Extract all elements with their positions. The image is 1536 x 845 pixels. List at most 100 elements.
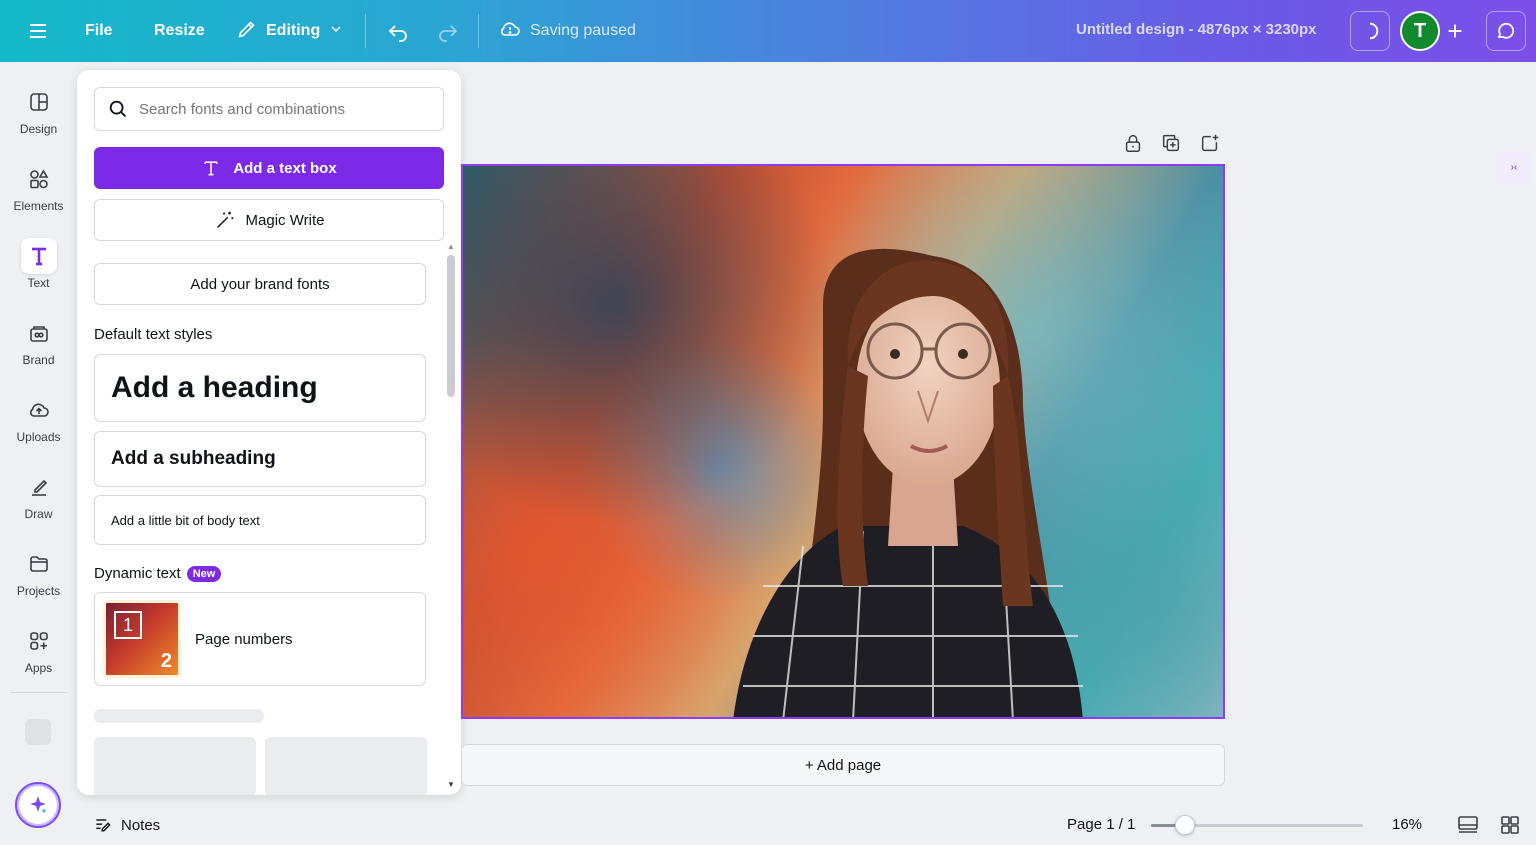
text-icon — [20, 238, 57, 274]
rail-item-text[interactable]: Text — [0, 238, 77, 308]
rail-label: Text — [27, 276, 50, 290]
toolbar-divider — [365, 14, 366, 48]
notes-button[interactable]: Notes — [93, 815, 160, 835]
editing-mode-button[interactable]: Editing — [236, 14, 344, 48]
elements-icon — [21, 161, 57, 197]
magic-wand-icon — [216, 211, 233, 228]
rail-label: Design — [19, 122, 58, 136]
avatar[interactable]: T — [1400, 11, 1440, 51]
projects-icon — [21, 546, 57, 582]
menu-icon[interactable] — [26, 14, 50, 48]
add-body-text-button[interactable]: Add a little bit of body text — [94, 495, 426, 545]
page-number-box: 1 — [114, 611, 142, 639]
loading-indicator-button[interactable] — [1350, 11, 1390, 51]
rail-item-apps[interactable]: Apps — [0, 623, 77, 693]
lock-icon[interactable] — [1122, 132, 1144, 159]
side-navigation: Design Elements Text Brand Uploads Draw — [0, 62, 77, 845]
font-search-field[interactable] — [94, 87, 444, 131]
grid-view-icon[interactable] — [1498, 813, 1522, 837]
editing-label: Editing — [266, 22, 321, 39]
body-text-label: Add a little bit of body text — [111, 512, 260, 528]
page-view-icon[interactable] — [1456, 813, 1480, 837]
add-heading-button[interactable]: Add a heading — [94, 354, 426, 422]
expand-panel-icon[interactable]: ›‹ — [1496, 150, 1532, 184]
rail-label: Elements — [13, 199, 64, 213]
comment-icon — [1497, 22, 1515, 39]
brand-icon — [21, 315, 57, 351]
rail-item-elements[interactable]: Elements — [0, 161, 77, 231]
subheading-label: Add a subheading — [111, 448, 276, 469]
add-collaborator-icon[interactable] — [1444, 19, 1466, 43]
chevron-down-icon — [328, 21, 344, 42]
redo-icon[interactable] — [436, 14, 460, 48]
zoom-slider-thumb[interactable] — [1175, 815, 1195, 835]
rail-label: Brand — [22, 353, 55, 367]
portrait-photo — [733, 248, 1083, 717]
add-text-box-button[interactable]: Add a text box — [94, 147, 444, 189]
search-input[interactable] — [139, 100, 419, 118]
resize-label: Resize — [154, 22, 205, 39]
heading-label: Add a heading — [111, 371, 318, 404]
text-t-icon — [204, 161, 218, 176]
add-page-icon[interactable] — [1199, 132, 1221, 159]
pencil-icon — [236, 18, 258, 45]
rail-item-brand[interactable]: Brand — [0, 315, 77, 385]
default-styles-title: Default text styles — [94, 326, 213, 343]
apps-icon — [21, 623, 57, 659]
design-icon — [21, 84, 57, 120]
page-numbers-card[interactable]: 1 2 Page numbers — [94, 592, 426, 686]
brand-fonts-label: Add your brand fonts — [190, 275, 330, 293]
spinner-icon — [1369, 22, 1379, 40]
loading-skeleton — [94, 737, 256, 795]
scroll-down-arrow-icon[interactable]: ▼ — [447, 780, 455, 789]
rail-item-uploads[interactable]: Uploads — [0, 392, 77, 462]
add-subheading-button[interactable]: Add a subheading — [94, 431, 426, 487]
bottom-bar: Notes Page 1 / 1 16% — [77, 805, 1536, 845]
saving-status-label: Saving paused — [530, 22, 636, 39]
dynamic-text-title: Dynamic text New — [94, 565, 222, 583]
uploads-icon — [21, 392, 57, 428]
scroll-up-arrow-icon[interactable]: ▲ — [447, 242, 455, 251]
resize-button[interactable]: Resize — [154, 14, 205, 48]
new-badge: New — [186, 566, 222, 583]
magic-write-label: Magic Write — [245, 211, 325, 229]
design-canvas[interactable] — [461, 164, 1225, 719]
zoom-percentage[interactable]: 16% — [1392, 816, 1422, 833]
loading-skeleton — [265, 737, 427, 795]
undo-icon[interactable] — [386, 14, 410, 48]
comments-button[interactable] — [1486, 11, 1526, 51]
top-toolbar: File Resize Editing Saving paused Untitl… — [0, 0, 1536, 62]
dynamic-text-label: Dynamic text — [94, 565, 181, 582]
sparkle-icon — [30, 796, 47, 814]
magic-write-button[interactable]: Magic Write — [94, 199, 444, 241]
page-number-two: 2 — [160, 650, 172, 672]
canva-assistant-button[interactable] — [15, 782, 61, 828]
zoom-slider[interactable] — [1151, 815, 1363, 835]
rail-item-projects[interactable]: Projects — [0, 546, 77, 616]
rail-label: Projects — [16, 584, 61, 598]
saving-status[interactable]: Saving paused — [498, 14, 636, 48]
search-icon — [109, 100, 126, 117]
page-indicator[interactable]: Page 1 / 1 — [1067, 816, 1135, 833]
file-label: File — [85, 22, 113, 39]
rail-item-draw[interactable]: Draw — [0, 469, 77, 539]
draw-icon — [21, 469, 57, 505]
rail-label: Apps — [24, 661, 53, 675]
design-title[interactable]: Untitled design - 4876px × 3230px — [1076, 21, 1317, 38]
toolbar-divider — [478, 14, 479, 48]
notes-label: Notes — [121, 816, 161, 834]
text-panel: Add a text box Magic Write Add your bran… — [77, 70, 461, 795]
page-numbers-label: Page numbers — [195, 630, 293, 648]
rail-divider — [10, 692, 67, 693]
add-brand-fonts-button[interactable]: Add your brand fonts — [94, 263, 426, 305]
panel-scrollbar[interactable] — [447, 255, 455, 397]
file-menu-button[interactable]: File — [85, 14, 113, 48]
cloud-alert-icon — [498, 17, 522, 46]
rail-placeholder[interactable] — [25, 719, 51, 745]
rail-item-design[interactable]: Design — [0, 84, 77, 154]
duplicate-page-icon[interactable] — [1160, 132, 1182, 159]
page-numbers-thumbnail: 1 2 — [103, 600, 181, 678]
loading-skeleton — [94, 709, 264, 723]
add-page-button[interactable]: + Add page — [461, 744, 1225, 786]
notes-icon — [96, 819, 111, 832]
